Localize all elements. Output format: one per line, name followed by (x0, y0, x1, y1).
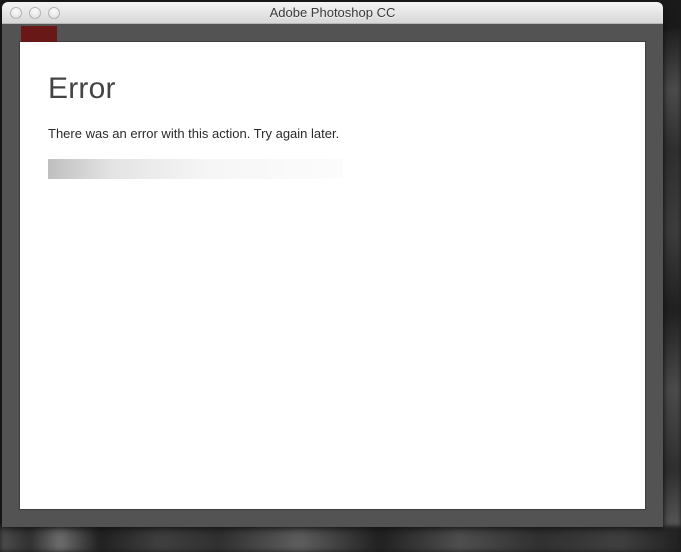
window-controls (2, 7, 60, 19)
app-background-bottom-edge (0, 527, 681, 552)
error-message-text: There was an error with this action. Try… (48, 126, 617, 141)
minimize-window-button[interactable] (29, 7, 41, 19)
dialog-content: Error There was an error with this actio… (19, 41, 646, 510)
placeholder-bar (48, 159, 343, 179)
error-heading: Error (48, 72, 617, 106)
zoom-window-button[interactable] (48, 7, 60, 19)
modal-window: Adobe Photoshop CC Error There was an er… (2, 2, 663, 527)
dialog-frame: Error There was an error with this actio… (2, 24, 663, 527)
window-title: Adobe Photoshop CC (2, 5, 663, 20)
close-window-button[interactable] (10, 7, 22, 19)
app-background-right-edge (663, 30, 681, 527)
app-accent-strip (21, 26, 57, 42)
window-titlebar[interactable]: Adobe Photoshop CC (2, 2, 663, 24)
